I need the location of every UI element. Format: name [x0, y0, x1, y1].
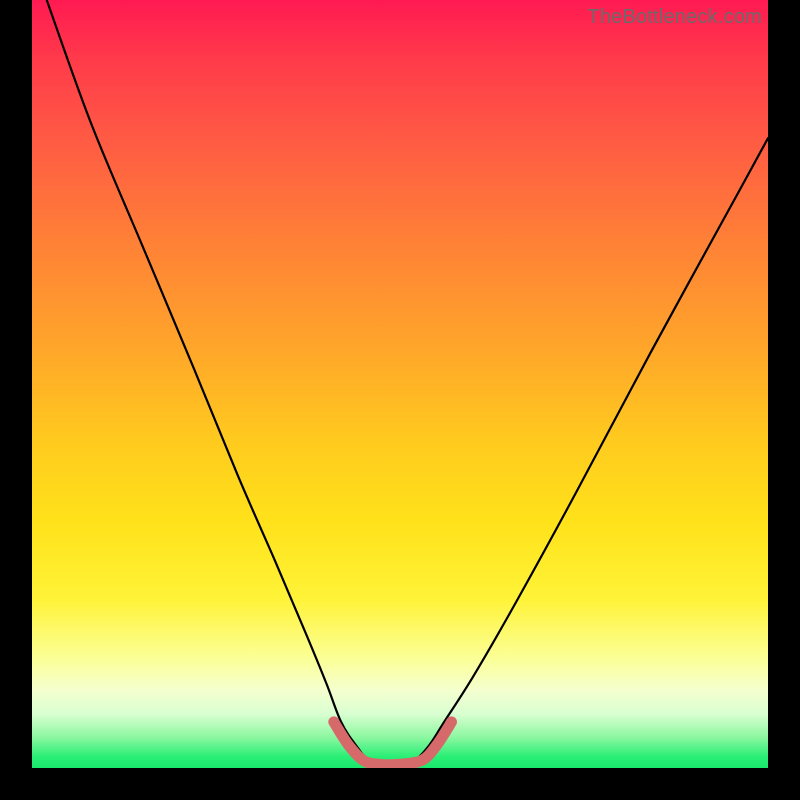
watermark-text: TheBottleneck.com: [587, 6, 762, 29]
plot-area: [32, 0, 768, 768]
curve-layer: [32, 0, 768, 768]
bottleneck-curve: [47, 0, 768, 764]
chart-stage: TheBottleneck.com: [0, 0, 800, 800]
valley-highlight: [334, 722, 452, 765]
